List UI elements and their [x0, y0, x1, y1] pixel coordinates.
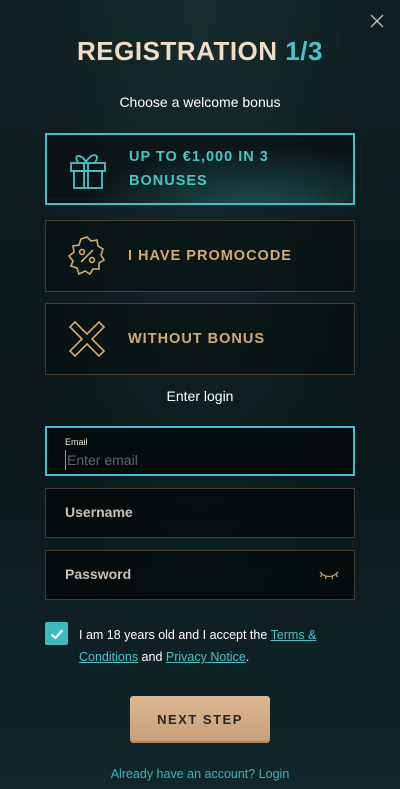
username-field-label: Username	[65, 504, 133, 520]
registration-screen: REGISTRATION 1/3 Choose a welcome bonus …	[0, 0, 400, 789]
eye-closed-icon[interactable]	[318, 568, 340, 582]
bonus-option-none[interactable]: WITHOUT BONUS	[45, 303, 355, 375]
password-field-label: Password	[65, 566, 132, 582]
close-icon[interactable]	[368, 12, 386, 30]
consent-text: I am 18 years old and I accept the Terms…	[79, 628, 317, 664]
bonus-section-label: Choose a welcome bonus	[119, 94, 281, 110]
gift-icon	[70, 154, 106, 189]
bonus-option-promocode[interactable]: I HAVE PROMOCODE	[45, 220, 355, 292]
username-field[interactable]: Username	[45, 488, 355, 538]
checkmark-icon	[50, 628, 63, 640]
bonus-option-label: I HAVE PROMOCODE	[128, 248, 292, 264]
login-link[interactable]: Already have an account? Login	[0, 767, 400, 781]
promocode-badge-icon	[67, 236, 106, 276]
title-main: REGISTRATION	[77, 36, 278, 66]
password-field[interactable]: Password	[45, 550, 355, 600]
email-field-label: Email	[65, 437, 88, 447]
login-section-label: Enter login	[166, 388, 234, 404]
bonus-option-label: UP TO €1,000 IN 3 BONUSES	[129, 149, 269, 189]
email-input[interactable]	[65, 450, 313, 470]
bonus-option-label: WITHOUT BONUS	[128, 331, 266, 347]
cross-icon	[68, 320, 106, 358]
email-field[interactable]: Email	[45, 426, 355, 476]
page-title: REGISTRATION 1/3	[0, 36, 400, 67]
bonus-option-welcome[interactable]: UP TO €1,000 IN 3 BONUSES	[45, 133, 355, 205]
age-consent-checkbox[interactable]	[45, 622, 68, 645]
privacy-link[interactable]: Privacy Notice	[166, 650, 246, 664]
next-step-button[interactable]: NEXT STEP	[130, 696, 270, 743]
title-step: 1/3	[285, 36, 323, 66]
